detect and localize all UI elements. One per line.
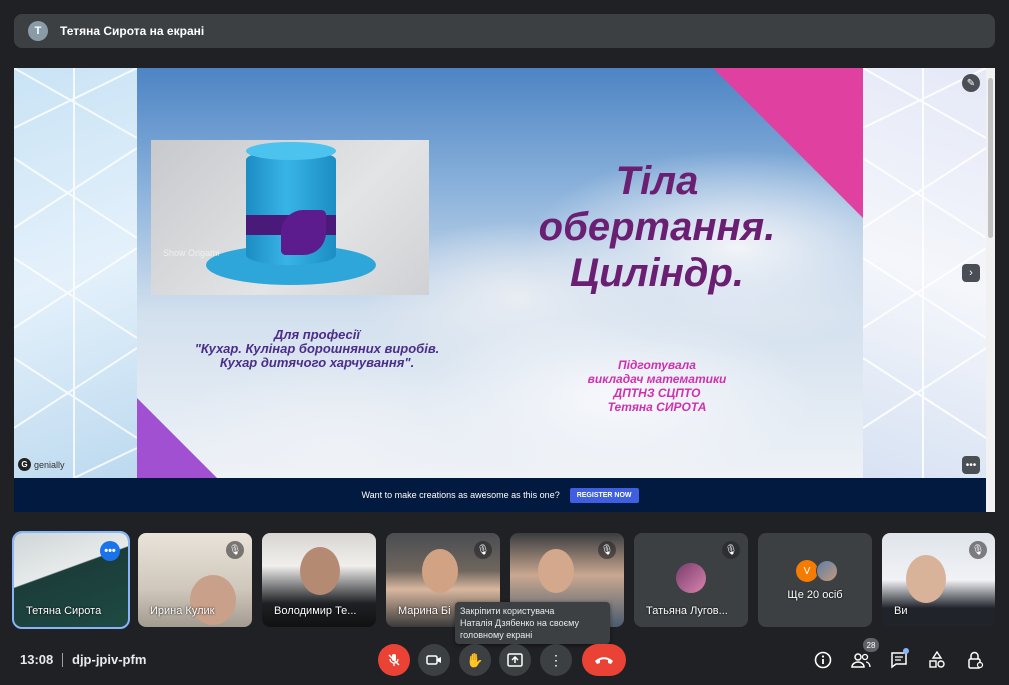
chat-notification-dot [903,648,909,654]
hat-bow [281,210,326,255]
mic-off-icon: 🎙 [226,541,244,559]
participant-video [538,549,574,593]
camera-icon[interactable] [418,644,450,676]
participant-tile[interactable]: 🎙 Ви [882,533,995,627]
profession-line: Для професії [274,327,360,342]
present-icon[interactable] [499,644,531,676]
promo-text: Want to make creations as awesome as thi… [361,490,560,500]
participants-count-badge: 28 [863,638,879,652]
genially-icon: G [18,458,31,471]
bottom-bar: 13:08 djp-jpiv-pfm ✋ ⋮ 28 [0,638,1009,685]
hat-top [246,142,336,160]
avatar: V [796,560,818,582]
more-participants-tile[interactable]: V Ще 20 осіб [758,533,872,627]
presenter-avatar: T [28,21,48,41]
avatar [816,560,838,582]
more-options-icon[interactable]: ••• [100,541,120,561]
participant-tile[interactable]: Володимир Те... [262,533,376,627]
genially-label: genially [34,459,65,470]
mic-off-glyph [388,654,400,666]
participant-name: Тетяна Сирота [26,605,102,617]
profession-line: "Кухар. Кулінар борошняних виробів. [194,341,440,356]
scrollbar-thumb[interactable] [988,78,993,238]
participant-tile[interactable]: ••• Тетяна Сирота [12,531,130,629]
mic-off-icon: 🎙 [474,541,492,559]
participant-name: Татьяна Лугов... [646,605,728,617]
present-glyph [507,653,523,667]
host-controls-icon[interactable] [963,648,987,672]
divider [62,653,63,667]
triangle-pattern-left [14,68,138,479]
participant-name: Ирина Кулик [150,605,215,617]
clock: 13:08 [20,652,54,667]
chevron-right-icon[interactable]: › [962,264,980,282]
heading-line: обертання. [538,205,776,249]
participant-name: Ви [894,605,908,617]
author-line: Тетяна СИРОТА [607,400,707,414]
author-text: Підготувала викладач математики ДПТНЗ СЦ… [547,358,767,414]
photo-watermark: Show Origami [163,248,220,258]
participant-tile[interactable]: 🎙 Татьяна Лугов... [634,533,748,627]
mic-off-icon: 🎙 [598,541,616,559]
slide-heading: Тіла обертання. Циліндр. [497,158,817,296]
more-horiz-icon[interactable]: ••• [962,456,980,474]
participant-video [906,555,946,603]
camera-glyph [426,655,441,665]
side-pattern-left [14,68,138,479]
mic-off-icon[interactable] [378,644,410,676]
avatar [676,563,706,593]
author-line: Підготувала [618,358,696,372]
call-end-icon[interactable] [582,644,626,676]
mic-off-icon: 🎙 [722,541,740,559]
presentation-slide: Show Origami Тіла обертання. Циліндр. Дл… [137,68,863,478]
scrollbar[interactable] [986,68,995,512]
info-icon[interactable] [811,648,835,672]
author-line: викладач математики [587,372,727,386]
promo-banner: Want to make creations as awesome as thi… [14,478,986,512]
purple-corner [137,398,217,478]
participant-video [300,547,340,595]
more-vert-icon[interactable]: ⋮ [540,644,572,676]
tooltip-line: Закріпити користувача [460,606,555,616]
participant-name: Володимир Те... [274,605,357,617]
mic-off-icon: 🎙 [969,541,987,559]
more-participants-label: Ще 20 осіб [787,589,843,601]
participant-video [190,575,236,625]
heading-line: Циліндр. [569,251,745,295]
participant-name: Марина Бі [398,605,451,617]
participant-tile[interactable]: 🎙 Ирина Кулик [138,533,252,627]
register-button[interactable]: REGISTER NOW [569,487,639,503]
raise-hand-icon[interactable]: ✋ [459,644,491,676]
genially-logo[interactable]: G genially [18,458,65,471]
activities-glyph [929,651,945,668]
cylinder-hat-photo: Show Origami [151,140,429,295]
tooltip-line: Наталія Дзябенко на своєму [460,618,579,628]
participant-video [422,549,458,593]
meeting-code: djp-jpiv-pfm [72,652,147,667]
profession-line: Кухар дитячого харчування". [219,355,415,370]
info-glyph [814,651,832,669]
hangup-glyph [595,657,613,664]
heading-line: Тіла [615,159,699,203]
edit-icon[interactable]: ✎ [962,74,980,92]
profession-text: Для професії "Кухар. Кулінар борошняних … [167,328,467,370]
shared-screen: Show Origami Тіла обертання. Циліндр. Дл… [14,68,995,512]
pin-tooltip: Закріпити користувача Наталія Дзябенко н… [455,602,610,644]
presenter-banner: T Тетяна Сирота на екрані [14,14,995,48]
author-line: ДПТНЗ СЦПТО [613,386,701,400]
activities-icon[interactable] [925,648,949,672]
lock-glyph [968,651,984,669]
people-glyph [851,653,871,668]
presenter-title: Тетяна Сирота на екрані [60,24,205,38]
